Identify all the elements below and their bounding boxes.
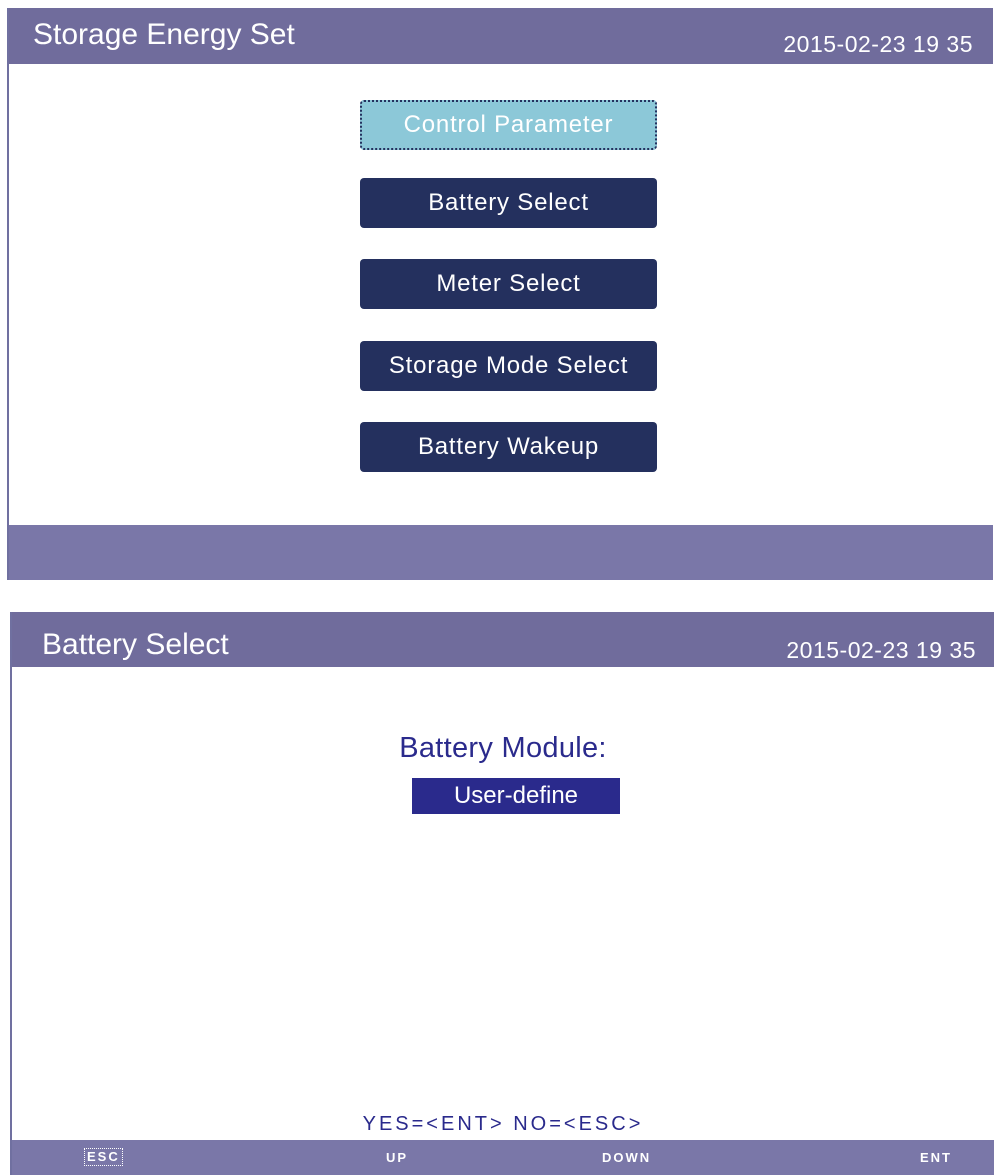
- storage-mode-select-button[interactable]: Storage Mode Select: [360, 341, 657, 391]
- datetime: 2015-02-23 19 35: [786, 637, 976, 663]
- title-bar: Battery Select 2015-02-23 19 35: [12, 612, 994, 667]
- battery-wakeup-button[interactable]: Battery Wakeup: [360, 422, 657, 472]
- meter-select-button[interactable]: Meter Select: [360, 259, 657, 309]
- control-parameter-button[interactable]: Control Parameter: [360, 100, 657, 150]
- battery-select-screen: Battery Select 2015-02-23 19 35 Battery …: [10, 612, 994, 1175]
- battery-module-value[interactable]: User-define: [412, 778, 620, 814]
- title-bar: Storage Energy Set 2015-02-23 19 35: [9, 8, 993, 64]
- esc-key[interactable]: ESC: [84, 1148, 123, 1166]
- screen-title: Battery Select: [42, 628, 229, 661]
- confirm-hint: YES=<ENT> NO=<ESC>: [362, 1113, 644, 1135]
- datetime: 2015-02-23 19 35: [783, 31, 973, 57]
- screen-title: Storage Energy Set: [33, 18, 295, 51]
- battery-select-button[interactable]: Battery Select: [360, 178, 657, 228]
- up-key[interactable]: UP: [386, 1150, 408, 1166]
- bottom-bar: [9, 525, 993, 580]
- ent-key[interactable]: ENT: [920, 1150, 952, 1166]
- storage-energy-set-screen: Storage Energy Set 2015-02-23 19 35 Cont…: [7, 8, 993, 580]
- footer-key-bar: ESC UP DOWN ENT: [12, 1140, 994, 1175]
- down-key[interactable]: DOWN: [602, 1150, 651, 1166]
- battery-module-label: Battery Module:: [399, 732, 607, 764]
